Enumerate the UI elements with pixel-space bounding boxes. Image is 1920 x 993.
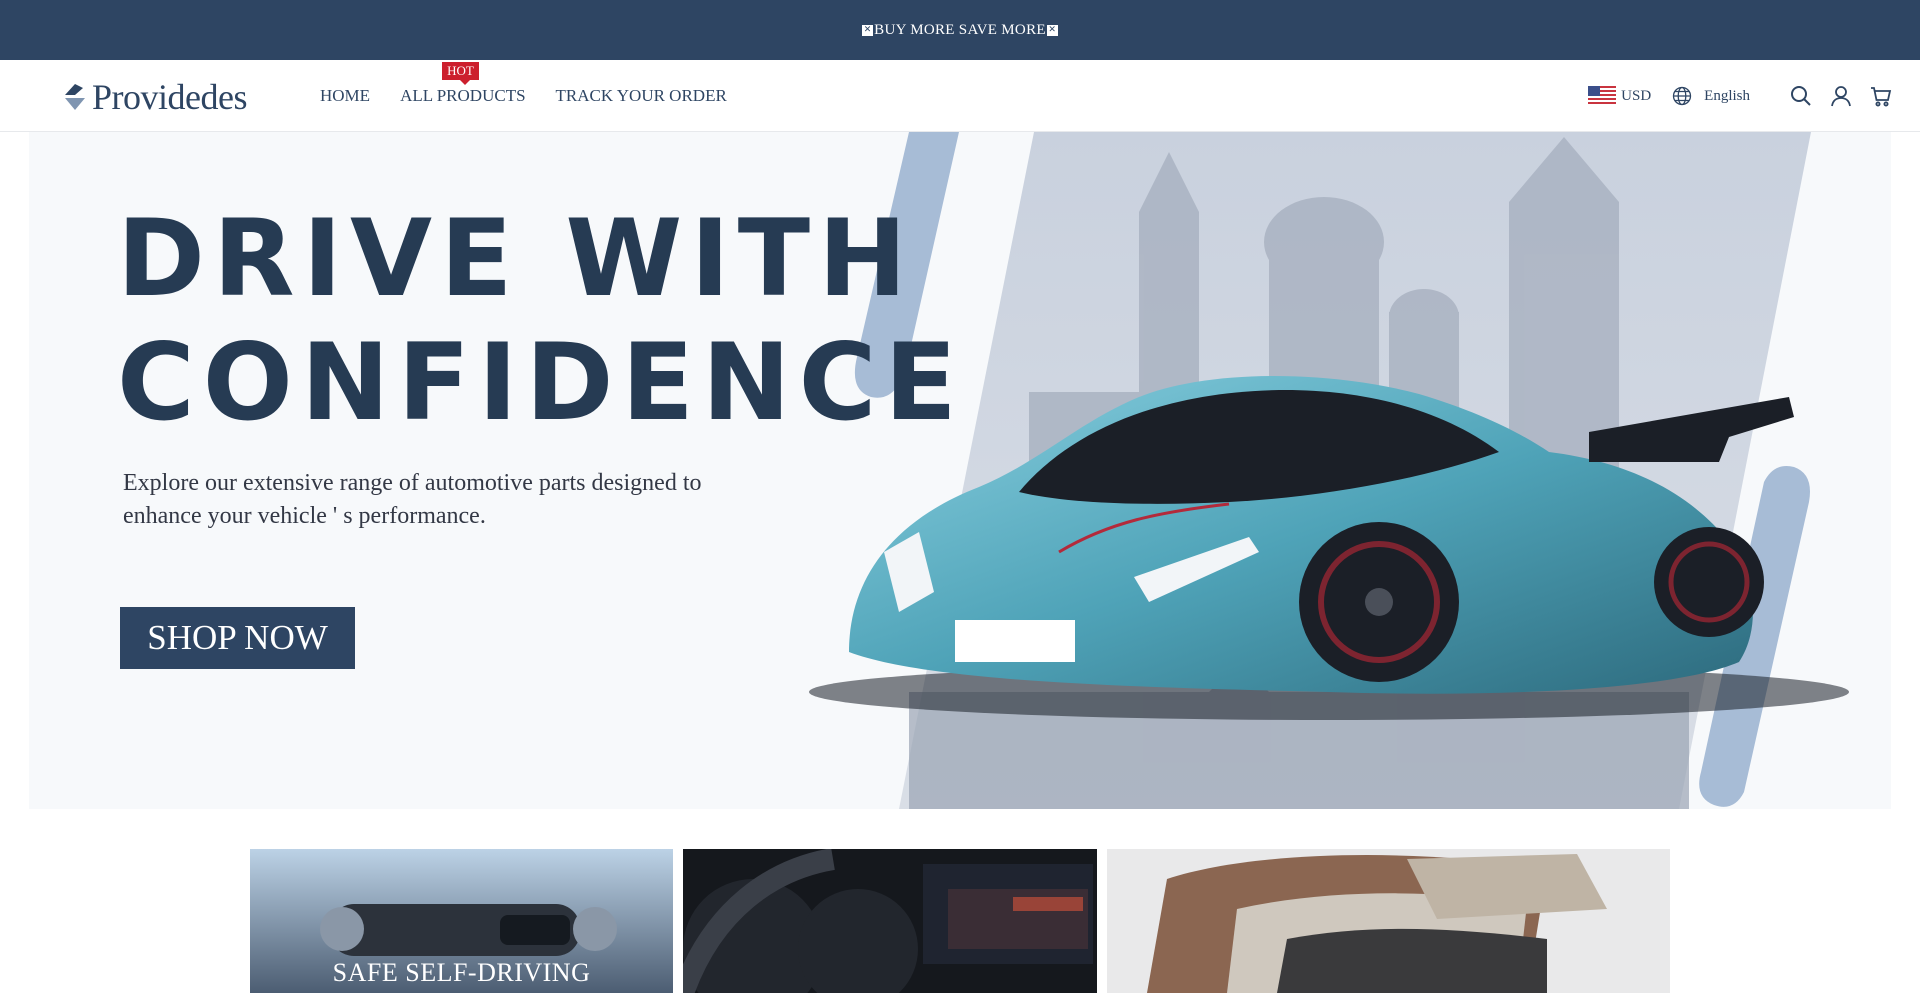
currency-selector[interactable]: USD	[1588, 86, 1651, 106]
site-header: Providedes HOME HOT ALL PRODUCTS TRACK Y…	[0, 60, 1920, 132]
dashboard-image	[683, 849, 1097, 993]
flag-us-icon	[1588, 86, 1617, 106]
nav-all-products[interactable]: HOT ALL PRODUCTS	[400, 62, 526, 106]
category-card-dashboard[interactable]	[683, 849, 1097, 993]
hero-subtitle-line: enhance your vehicle ' s performance.	[123, 503, 486, 529]
hero-banner: DRIVE WITH CONFIDENCE Explore our extens…	[29, 132, 1891, 809]
logo-mark-icon	[65, 84, 85, 110]
category-card-phone-holder[interactable]: SAFE SELF-DRIVING	[250, 849, 673, 993]
hero-subtitle: Explore our extensive range of automotiv…	[123, 467, 763, 533]
hero-title-line: CONFIDENCE	[117, 321, 965, 444]
nav-all-products-label: ALL PRODUCTS	[400, 86, 526, 105]
brand-name: Providedes	[92, 77, 247, 117]
announcement-text: BUY MORE SAVE MORE	[874, 21, 1046, 38]
gift-icon: ✕	[862, 24, 874, 36]
hero-title: DRIVE WITH CONFIDENCE	[117, 197, 965, 445]
category-card-label: SAFE SELF-DRIVING	[332, 958, 591, 987]
category-card-seat-cushion[interactable]	[1107, 849, 1670, 993]
search-icon[interactable]	[1790, 85, 1812, 107]
language-selector[interactable]: English	[1672, 86, 1750, 106]
hero-subtitle-line: Explore our extensive range of automotiv…	[123, 470, 702, 496]
hero-title-line: DRIVE WITH	[117, 197, 915, 320]
account-icon[interactable]	[1830, 85, 1852, 107]
cart-icon[interactable]	[1870, 85, 1892, 107]
language-label: English	[1704, 87, 1750, 104]
hot-badge: HOT	[442, 62, 479, 85]
header-tools: USD English	[1588, 60, 1892, 132]
seat-cushion-image	[1107, 849, 1670, 993]
announcement-bar: ✕ BUY MORE SAVE MORE ✕	[0, 0, 1920, 60]
nav-home[interactable]: HOME	[320, 86, 370, 106]
globe-icon	[1673, 86, 1692, 106]
brand-logo[interactable]: Providedes	[63, 77, 247, 117]
nav-track-order[interactable]: TRACK YOUR ORDER	[556, 86, 727, 106]
gift-icon: ✕	[1046, 24, 1058, 36]
currency-label: USD	[1621, 87, 1652, 104]
shop-now-button[interactable]: SHOP NOW	[120, 607, 355, 669]
main-nav: HOME HOT ALL PRODUCTS TRACK YOUR ORDER	[320, 60, 757, 132]
